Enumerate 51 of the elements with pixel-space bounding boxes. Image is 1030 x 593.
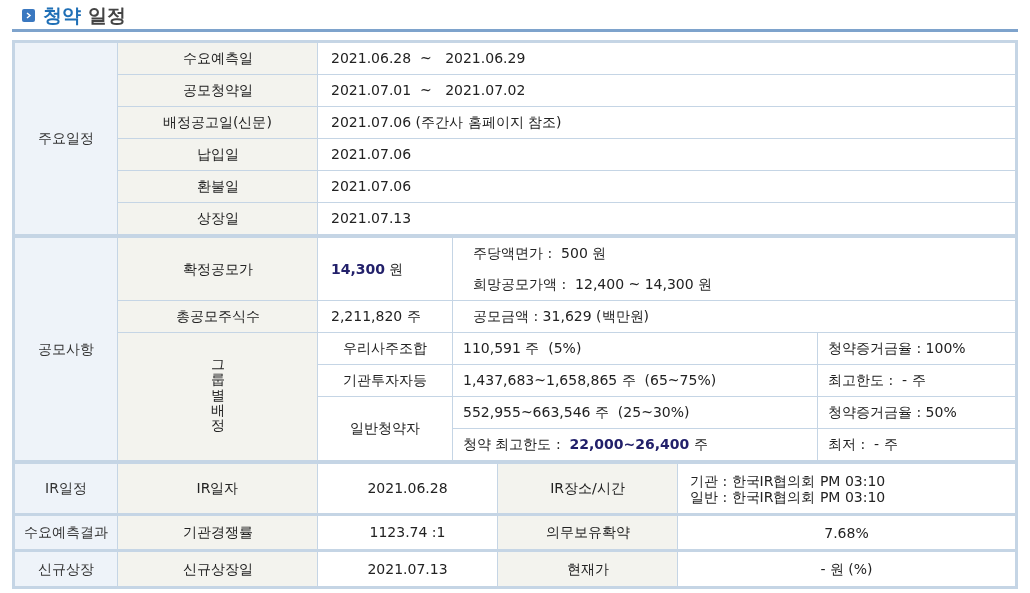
table-cell-text: 희망공모가액 : 12,400 ~ 14,300 원	[473, 275, 714, 294]
row-label: 환불일	[117, 170, 318, 203]
table-cell: 1,437,683~1,658,865 주 (65~75%)	[452, 364, 818, 397]
table-cell-text: 일반 : 한국IR협의회 PM 03:10	[690, 488, 887, 505]
table-cell: 110,591 주 (5%)	[452, 332, 818, 365]
table-cell: 552,955~663,546 주 (25~30%)	[452, 396, 818, 429]
section-title: 청약 일정	[43, 3, 126, 29]
row-label: 총공모주식수	[117, 300, 318, 333]
table-cell: 최고한도 : - 주	[817, 364, 1016, 397]
table-cell-text: - 원 (%)	[819, 561, 874, 577]
group-header: IR일정	[14, 462, 118, 515]
table-cell-text: 7.68%	[823, 524, 870, 541]
table-cell: 2021.07.13	[317, 202, 1016, 235]
table-cell: 2021.07.13	[317, 550, 498, 587]
row-label: 공모청약일	[117, 74, 318, 107]
table-cell-text: 기관 : 한국IR협의회 PM 03:10	[690, 472, 887, 489]
row-label: 확정공모가	[117, 236, 318, 301]
row-label: IR일자	[117, 462, 318, 515]
table-cell: 최저 : - 주	[817, 428, 1016, 461]
table-cell: 2021.07.06	[317, 138, 1016, 171]
group-header: 수요예측결과	[14, 514, 118, 551]
table-cell: 청약증거금율 : 100%	[817, 332, 1016, 365]
row-label: 납입일	[117, 138, 318, 171]
table-cell: 2021.06.28 ~ 2021.06.29	[317, 42, 1016, 75]
row-label: 신규상장일	[117, 550, 318, 587]
table-cell: 공모금액 : 31,629 (백만원)	[452, 300, 1016, 333]
table-cell: 1123.74 :1	[317, 514, 498, 551]
row-label: 상장일	[117, 202, 318, 235]
table-cell: 14,300 원	[317, 236, 453, 301]
row-label: IR장소/시간	[497, 462, 678, 515]
row-label: 기관투자자등	[317, 364, 453, 397]
table-cell: 2,211,820 주	[317, 300, 453, 333]
table-cell: 2021.06.28	[317, 462, 498, 515]
table-cell: 2021.07.01 ~ 2021.07.02	[317, 74, 1016, 107]
vertical-label: 그룹별배정	[210, 356, 225, 434]
table-cell: 청약증거금율 : 50%	[817, 396, 1016, 429]
row-label: 의무보유확약	[497, 514, 678, 551]
group-header: 신규상장	[14, 550, 118, 587]
row-label: 우리사주조합	[317, 332, 453, 365]
chevron-icon	[22, 9, 35, 22]
group-header: 공모사항	[14, 236, 118, 461]
row-label: 현재가	[497, 550, 678, 587]
table-cell: 청약 최고한도 : 22,000~26,400 주	[452, 428, 818, 461]
group-header: 주요일정	[14, 42, 118, 235]
table-cell: 2021.07.06 (주간사 홈페이지 참조)	[317, 106, 1016, 139]
row-label: 수요예측일	[117, 42, 318, 75]
table-cell: 2021.07.06	[317, 170, 1016, 203]
table-cell-text: 주당액면가 : 500 원	[473, 244, 608, 263]
row-label: 일반청약자	[317, 396, 453, 461]
row-label: 배정공고일(신문)	[117, 106, 318, 139]
row-label: 기관경쟁률	[117, 514, 318, 551]
